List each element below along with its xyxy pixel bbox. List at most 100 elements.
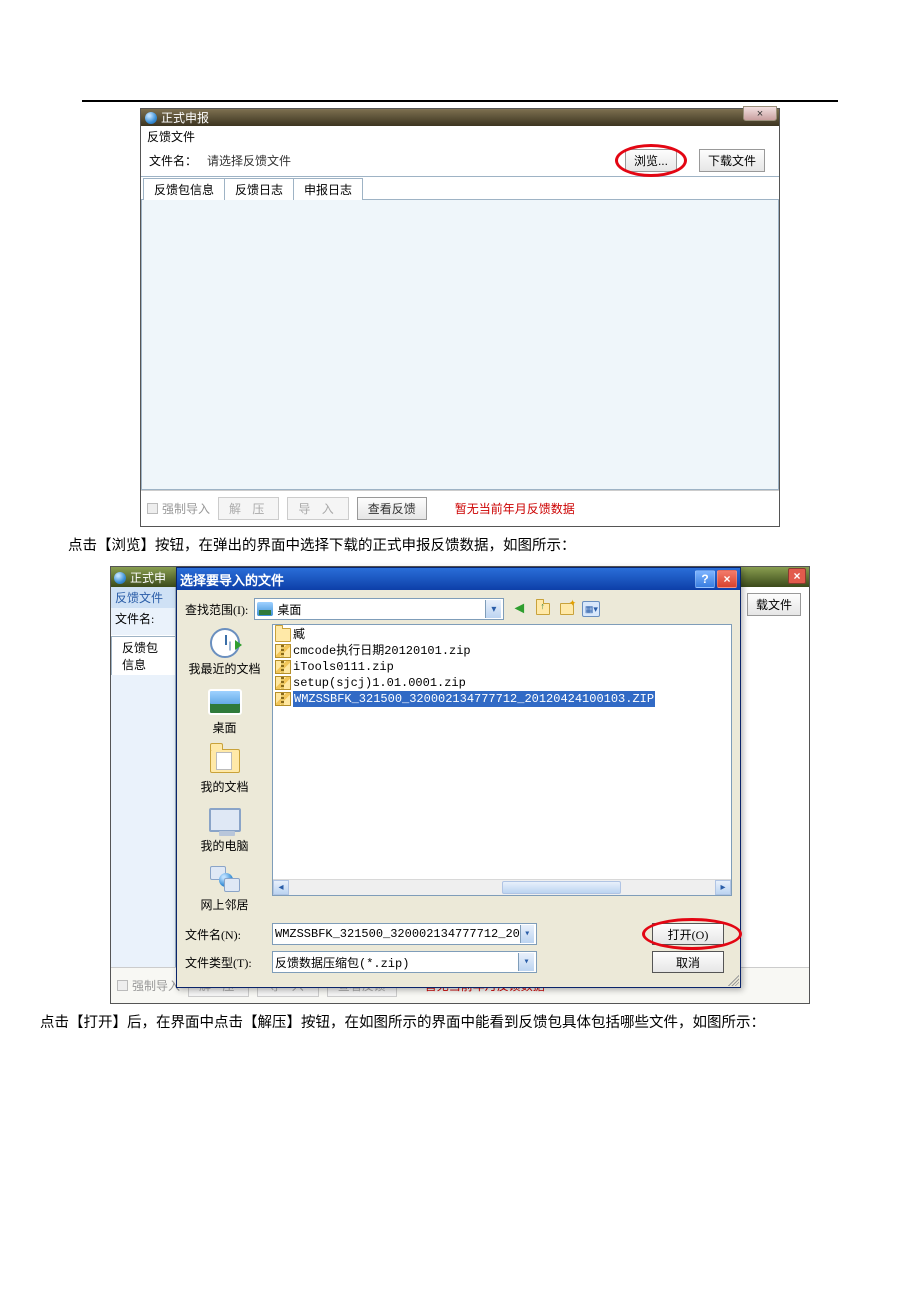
chevron-down-icon[interactable]: ▾ [518,953,534,971]
places-bar: 我最近的文档 桌面 我的文档 我的电脑 [177,624,272,917]
chevron-down-icon[interactable]: ▾ [485,600,501,618]
new-folder-icon[interactable] [558,600,576,618]
checkbox-icon [117,980,128,991]
zip-icon [275,692,291,706]
dialog-close-button[interactable]: × [717,570,737,588]
instruction-text-2: 点击【打开】后，在界面中点击【解压】按钮，在如图所示的界面中能看到反馈包具体包括… [20,1004,900,1043]
place-desktop[interactable]: 桌面 [185,687,265,736]
close-button[interactable]: × [743,106,777,121]
feedback-tabs: 反馈包信息 反馈日志 申报日志 [141,177,779,200]
list-item[interactable]: 臧 [275,627,729,643]
place-computer[interactable]: 我的电脑 [185,805,265,854]
file-label: 文件名： [149,152,197,169]
download-button[interactable]: 下载文件 [699,149,765,172]
open-button[interactable]: 打开(O) [652,923,724,945]
extract-button: 解 压 [218,497,279,520]
titlebar[interactable]: 正式申报 × [141,109,779,126]
filename-combo[interactable]: WMZSSBFK_321500_320002134777712_201204 ▾ [272,923,537,945]
file-value: 请选择反馈文件 [207,152,291,169]
list-item[interactable]: iTools0111.zip [275,659,729,675]
zip-icon [275,644,291,658]
folder-icon [275,628,291,642]
my-documents-icon [210,749,240,773]
view-menu-icon[interactable]: ▦▾ [582,601,600,617]
status-text: 暂无当前年月反馈数据 [455,500,575,517]
view-feedback-button[interactable]: 查看反馈 [357,497,427,520]
file-list[interactable]: 臧cmcode执行日期20120101.zipiTools0111.zipset… [272,624,732,896]
file-name: iTools0111.zip [293,659,394,675]
window-title-fragment: 正式申 [130,569,166,586]
lookin-label: 查找范围(I): [185,601,248,618]
force-import-label: 强制导入 [162,500,210,517]
tab-pkg-info[interactable]: 反馈包信息 [143,178,225,200]
help-button[interactable]: ? [695,570,715,588]
scroll-thumb[interactable] [502,881,621,894]
tab-fb-log[interactable]: 反馈日志 [224,178,294,200]
window-with-file-dialog: 正式申 × 反馈文件 文件名: 反馈包信息 载文件 [110,566,810,1004]
underlying-left-panel: 反馈文件 文件名: 反馈包信息 [111,587,176,967]
left-row-feedback-file: 反馈文件 [111,587,175,608]
file-open-dialog: 选择要导入的文件 ? × 查找范围(I): 桌面 ▾ ◄ [176,567,741,988]
my-computer-icon [209,808,241,832]
lookin-combo[interactable]: 桌面 ▾ [254,598,504,620]
chevron-down-icon[interactable]: ▾ [520,925,534,943]
back-icon[interactable]: ◄ [510,600,528,618]
window-title: 正式申报 [161,109,209,126]
annotation-circle-browse: 浏览... [625,149,677,172]
resize-grip-icon[interactable] [725,972,739,986]
list-item[interactable]: cmcode执行日期20120101.zip [275,643,729,659]
footer-bar: 强制导入 解 压 导 入 查看反馈 暂无当前年月反馈数据 [141,490,779,526]
desktop-icon [208,689,242,715]
left-row-filename: 文件名: [111,608,175,629]
list-item[interactable]: setup(sjcj)1.01.0001.zip [275,675,729,691]
force-import-label: 强制导入 [132,977,180,994]
window-formal-declare: 正式申报 × 反馈文件 文件名： 请选择反馈文件 浏览... 下载文件 反馈包信… [140,108,780,527]
filetype-combo[interactable]: 反馈数据压缩包(*.zip) ▾ [272,951,537,973]
browse-button[interactable]: 浏览... [625,149,677,172]
download-button-fragment[interactable]: 载文件 [747,593,801,616]
tab-content [141,200,779,490]
file-name: cmcode执行日期20120101.zip [293,643,471,659]
cancel-button[interactable]: 取消 [652,951,724,973]
app-icon [145,112,157,124]
file-name: 臧 [293,627,305,643]
scroll-left-icon[interactable]: ◂ [273,880,289,895]
horizontal-scrollbar[interactable]: ◂ ▸ [273,879,731,895]
groupbox-feedback-file: 反馈文件 [141,126,779,145]
filename-value: WMZSSBFK_321500_320002134777712_201204 [275,927,520,941]
file-name: WMZSSBFK_321500_320002134777712_20120424… [293,691,655,707]
close-button[interactable]: × [788,568,806,584]
instruction-text-1: 点击【浏览】按钮，在弹出的界面中选择下载的正式申报反馈数据，如图所示： [20,527,900,566]
dialog-title: 选择要导入的文件 [180,570,284,589]
dialog-titlebar[interactable]: 选择要导入的文件 ? × [177,568,740,590]
place-label: 网上邻居 [200,896,248,913]
force-import-checkbox: 强制导入 [147,500,210,517]
tab-pkg-info-under[interactable]: 反馈包信息 [111,636,176,675]
file-name: setup(sjcj)1.01.0001.zip [293,675,466,691]
scroll-right-icon[interactable]: ▸ [715,880,731,895]
close-icon: × [757,108,763,120]
close-icon: × [793,569,800,583]
force-import-checkbox: 强制导入 [117,977,180,994]
recent-docs-icon [210,628,240,658]
zip-icon [275,660,291,674]
place-documents[interactable]: 我的文档 [185,746,265,795]
zip-icon [275,676,291,690]
place-recent[interactable]: 我最近的文档 [185,628,265,677]
import-button: 导 入 [287,497,348,520]
close-icon: × [723,572,730,586]
place-label: 我最近的文档 [188,660,260,677]
filename-label: 文件名(N): [177,926,272,943]
help-icon: ? [701,572,708,586]
filetype-label: 文件类型(T): [177,954,272,971]
checkbox-icon [147,503,158,514]
place-label: 桌面 [212,719,236,736]
network-neighborhood-icon [210,866,240,892]
annotation-circle-open: 打开(O) [652,923,732,945]
desktop-icon [257,602,273,616]
list-item[interactable]: WMZSSBFK_321500_320002134777712_20120424… [275,691,729,707]
tab-declare-log[interactable]: 申报日志 [293,178,363,200]
up-one-level-icon[interactable] [534,600,552,618]
place-label: 我的电脑 [200,837,248,854]
place-network[interactable]: 网上邻居 [185,864,265,913]
